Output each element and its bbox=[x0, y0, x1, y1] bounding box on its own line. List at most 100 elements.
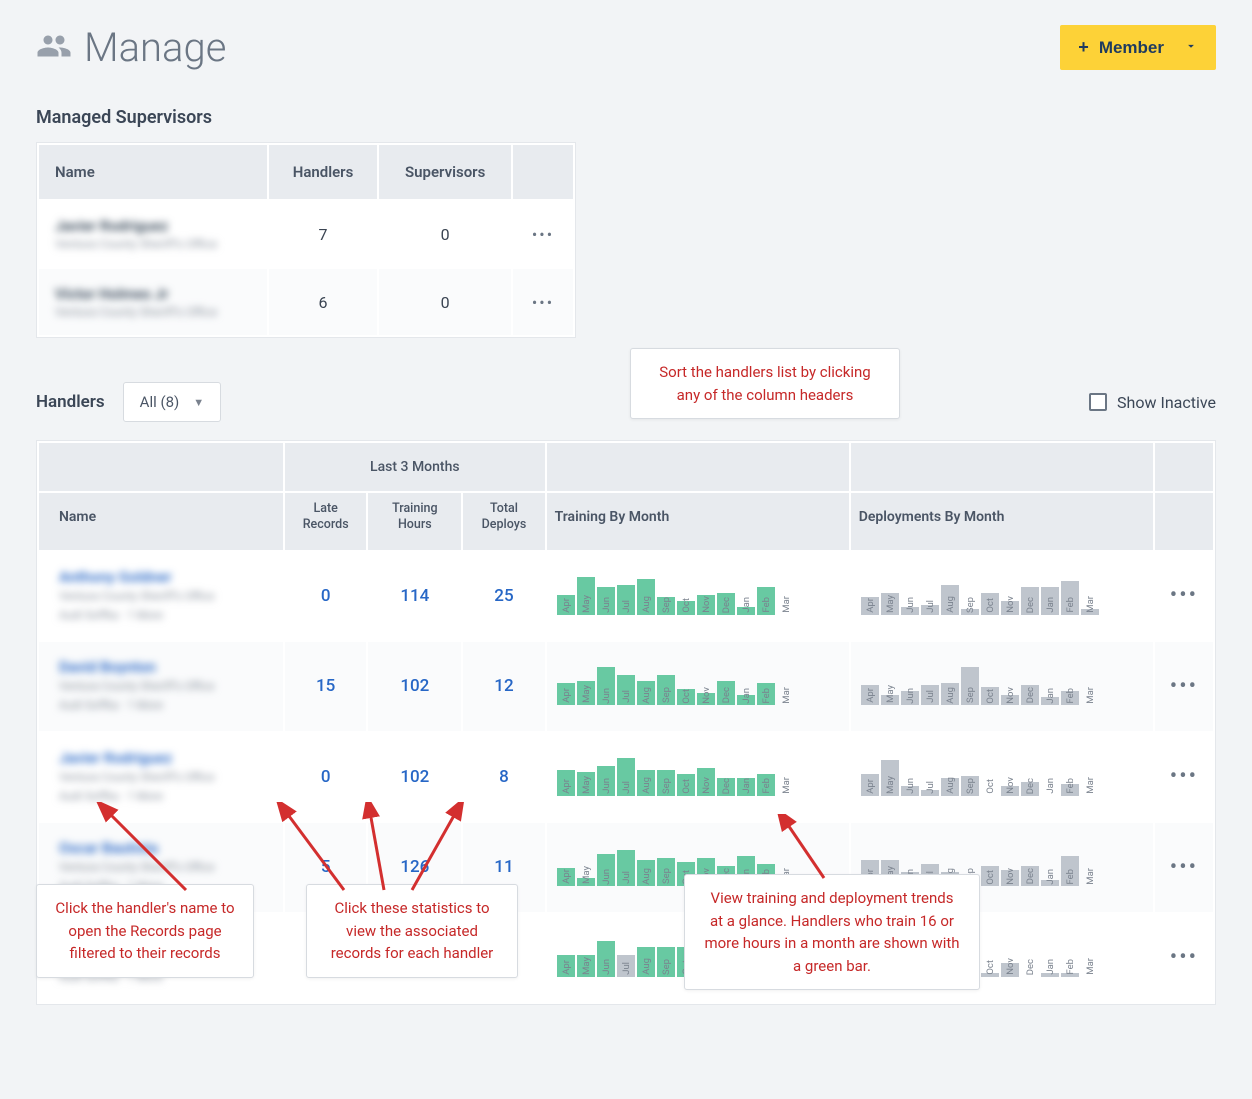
bar-col: Sep bbox=[657, 858, 675, 886]
table-row: Anthony Goldner Ventura County Sheriff's… bbox=[39, 552, 1213, 641]
bar-col: Nov bbox=[1001, 870, 1019, 886]
bar bbox=[1041, 587, 1059, 615]
supervisor-name[interactable]: Javier Rodriguez bbox=[55, 217, 251, 235]
bar-col: Apr bbox=[557, 868, 575, 886]
handler-org: Ventura County Sheriff's Office bbox=[59, 678, 273, 695]
bar-col: Aug bbox=[637, 770, 655, 796]
bar bbox=[557, 868, 575, 886]
bar bbox=[861, 597, 879, 615]
bar-col: Jun bbox=[597, 587, 615, 615]
row-actions-button[interactable]: ••• bbox=[1155, 914, 1213, 1003]
bar bbox=[697, 768, 715, 796]
bar bbox=[881, 695, 899, 705]
row-actions-button[interactable]: ••• bbox=[1155, 733, 1213, 822]
hcol-deploy-month[interactable]: Deployments By Month bbox=[851, 493, 1153, 550]
bar-col: Feb bbox=[1061, 691, 1079, 705]
row-actions-button[interactable]: ••• bbox=[1155, 552, 1213, 641]
bar bbox=[1001, 870, 1019, 886]
supervisor-name[interactable]: Victor Holmes Jr bbox=[55, 285, 251, 303]
handler-name-link[interactable]: David Boynton bbox=[59, 658, 273, 676]
bar-col: Apr bbox=[861, 597, 879, 615]
callout-name-click: Click the handler's name to open the Rec… bbox=[36, 884, 254, 978]
bar-col: Jan bbox=[737, 695, 755, 705]
bar-col: Nov bbox=[1001, 601, 1019, 615]
bar bbox=[981, 866, 999, 886]
show-inactive-label: Show Inactive bbox=[1117, 393, 1216, 412]
bar bbox=[881, 760, 899, 796]
row-actions-button[interactable]: ••• bbox=[513, 269, 573, 335]
bar bbox=[861, 774, 879, 796]
bar-col: Aug bbox=[637, 860, 655, 886]
late-records-link[interactable]: 15 bbox=[285, 642, 366, 731]
handler-meta: Audi Soffka · 1 More bbox=[59, 788, 273, 805]
bar-month-label: Mar bbox=[1085, 958, 1096, 975]
bar bbox=[757, 587, 775, 615]
hcol-name[interactable]: Name bbox=[39, 493, 283, 550]
hcol-training[interactable]: Training Hours bbox=[368, 493, 461, 550]
show-inactive-checkbox[interactable] bbox=[1089, 393, 1107, 411]
bar-col: Nov bbox=[1001, 786, 1019, 796]
supervisors-count: 0 bbox=[379, 269, 511, 335]
callout-sort: Sort the handlers list by clicking any o… bbox=[630, 348, 900, 419]
row-actions-button[interactable]: ••• bbox=[1155, 642, 1213, 731]
bar-col: Apr bbox=[861, 685, 879, 705]
handler-org: Ventura County Sheriff's Office bbox=[59, 859, 273, 876]
bar-col: Dec bbox=[1021, 866, 1039, 886]
bar-col: Dec bbox=[717, 778, 735, 796]
bar-col: Dec bbox=[1021, 685, 1039, 705]
bar bbox=[557, 683, 575, 705]
total-deploys-link[interactable]: 25 bbox=[463, 552, 544, 641]
bar bbox=[1041, 973, 1059, 977]
bar-col: Jun bbox=[597, 667, 615, 705]
bar-col: Jun bbox=[901, 691, 919, 705]
late-records-link[interactable]: 0 bbox=[285, 733, 366, 822]
bar-col: Feb bbox=[1061, 581, 1079, 615]
bar-col: Oct bbox=[981, 687, 999, 705]
hcol-deploys[interactable]: Total Deploys bbox=[463, 493, 544, 550]
bar-col: May bbox=[577, 955, 595, 977]
bar bbox=[1001, 601, 1019, 615]
handler-name-link[interactable]: Oscar Bautista bbox=[59, 839, 273, 857]
hcol-late[interactable]: Late Records bbox=[285, 493, 366, 550]
bar bbox=[657, 947, 675, 977]
bar-col: Feb bbox=[757, 774, 775, 796]
bar bbox=[901, 786, 919, 796]
training-hours-link[interactable]: 102 bbox=[368, 733, 461, 822]
hcol-train-month[interactable]: Training By Month bbox=[547, 493, 849, 550]
training-hours-link[interactable]: 114 bbox=[368, 552, 461, 641]
bar-col: Oct bbox=[677, 689, 695, 705]
col-name[interactable]: Name bbox=[39, 145, 267, 199]
bar bbox=[677, 689, 695, 705]
bar bbox=[981, 687, 999, 705]
bar bbox=[717, 681, 735, 705]
add-member-button[interactable]: + Member bbox=[1060, 25, 1216, 70]
bar bbox=[657, 770, 675, 796]
training-hours-link[interactable]: 102 bbox=[368, 642, 461, 731]
late-records-link[interactable]: 0 bbox=[285, 552, 366, 641]
bar bbox=[941, 778, 959, 796]
total-deploys-link[interactable]: 12 bbox=[463, 642, 544, 731]
bar bbox=[597, 854, 615, 886]
handler-name-link[interactable]: Javier Rodriguez bbox=[59, 749, 273, 767]
bar bbox=[637, 947, 655, 977]
row-actions-button[interactable]: ••• bbox=[1155, 823, 1213, 912]
row-actions-button[interactable]: ••• bbox=[513, 201, 573, 267]
bar bbox=[1041, 880, 1059, 886]
bar bbox=[617, 955, 635, 977]
bar-col: Oct bbox=[677, 774, 695, 796]
handlers-filter-dropdown[interactable]: All (8) ▼ bbox=[123, 382, 221, 422]
handler-name-link[interactable]: Anthony Goldner bbox=[59, 568, 273, 586]
caret-down-icon: ▼ bbox=[193, 396, 204, 409]
bar bbox=[961, 667, 979, 705]
col-handlers[interactable]: Handlers bbox=[269, 145, 378, 199]
handler-org: Ventura County Sheriff's Office bbox=[59, 769, 273, 786]
bar-col: Jan bbox=[737, 607, 755, 615]
bar-col: Aug bbox=[637, 681, 655, 705]
bar-col: May bbox=[577, 577, 595, 615]
col-supervisors[interactable]: Supervisors bbox=[379, 145, 511, 199]
handlers-label: Handlers bbox=[36, 392, 105, 412]
bar bbox=[1001, 695, 1019, 705]
total-deploys-link[interactable]: 8 bbox=[463, 733, 544, 822]
bar bbox=[637, 579, 655, 615]
bar-col: May bbox=[881, 760, 899, 796]
